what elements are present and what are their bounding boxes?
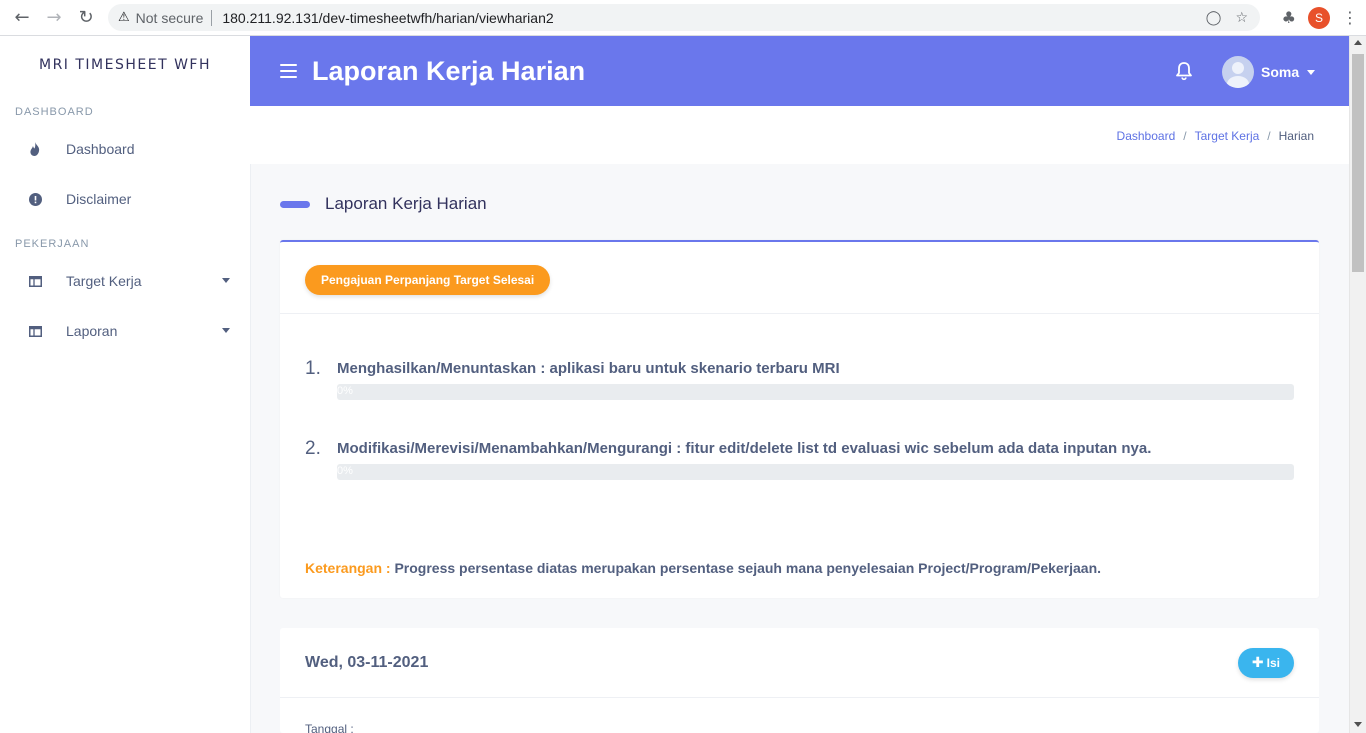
progress-label: 0% bbox=[337, 385, 353, 397]
section-marker bbox=[280, 200, 310, 208]
breadcrumb-target-kerja[interactable]: Target Kerja bbox=[1195, 129, 1260, 143]
breadcrumb-separator: / bbox=[1267, 129, 1271, 143]
more-menu-icon[interactable]: ⋮ bbox=[1342, 8, 1358, 27]
section-title-text: Laporan Kerja Harian bbox=[325, 194, 487, 213]
sidebar-item-dashboard[interactable]: Dashboard bbox=[0, 124, 250, 174]
task-progress-bar: 0% bbox=[337, 384, 1294, 400]
url-text: 180.211.92.131/dev-timesheetwfh/harian/v… bbox=[222, 9, 554, 26]
warning-icon: ⚠ bbox=[118, 10, 130, 25]
extend-target-button[interactable]: Pengajuan Perpanjang Target Selesai bbox=[305, 265, 551, 295]
divider bbox=[211, 9, 213, 26]
avatar bbox=[1222, 56, 1254, 88]
bell-icon[interactable] bbox=[1175, 61, 1193, 81]
chevron-down-icon bbox=[1307, 69, 1316, 75]
nav-heading-dashboard: DASHBOARD bbox=[15, 106, 94, 118]
browser-toolbar: ← → ↻ ⚠ Not secure 180.211.92.131/dev-ti… bbox=[0, 0, 1366, 36]
sidebar-item-label: Target Kerja bbox=[66, 273, 142, 289]
daily-report-card: Wed, 03-11-2021 ✚ Isi Tanggal : bbox=[280, 628, 1319, 733]
note-key: Keterangan : bbox=[305, 560, 391, 576]
plus-icon: ✚ bbox=[1251, 655, 1264, 671]
sidebar-item-label: Disclaimer bbox=[66, 191, 132, 207]
sidebar-item-laporan[interactable]: Laporan bbox=[0, 306, 250, 356]
breadcrumb: Dashboard / Target Kerja / Harian bbox=[1117, 129, 1314, 143]
task-description: Modifikasi/Merevisi/Menambahkan/Menguran… bbox=[337, 440, 1152, 457]
breadcrumb-bar: Dashboard / Target Kerja / Harian bbox=[250, 106, 1349, 164]
user-menu[interactable]: Soma bbox=[1222, 56, 1316, 88]
brand-logo[interactable]: MRI TIMESHEET WFH bbox=[0, 36, 250, 94]
table-icon bbox=[28, 274, 42, 288]
sidebar-item-label: Dashboard bbox=[66, 141, 135, 157]
date-field-label: Tanggal : bbox=[305, 722, 354, 733]
nav-heading-pekerjaan: PEKERJAAN bbox=[15, 238, 90, 250]
bookmark-star-icon[interactable]: ☆ bbox=[1235, 10, 1248, 26]
scroll-thumb[interactable] bbox=[1352, 54, 1364, 272]
forward-arrow-icon[interactable]: → bbox=[38, 1, 70, 33]
card-header: Wed, 03-11-2021 ✚ Isi bbox=[280, 628, 1319, 698]
task-progress-bar: 0% bbox=[337, 464, 1294, 480]
scroll-up-icon[interactable] bbox=[1354, 40, 1362, 45]
translate-icon[interactable]: ◯ bbox=[1206, 10, 1222, 26]
user-name: Soma bbox=[1261, 64, 1300, 80]
hamburger-menu-icon[interactable] bbox=[280, 64, 297, 78]
security-label: Not secure bbox=[135, 9, 204, 26]
note-text: Progress persentase diatas merupakan per… bbox=[394, 560, 1102, 576]
card-header: Pengajuan Perpanjang Target Selesai bbox=[280, 242, 1319, 314]
chevron-down-icon bbox=[222, 328, 230, 333]
flame-icon bbox=[28, 142, 42, 156]
page-header: Laporan Kerja Harian Soma bbox=[250, 36, 1349, 106]
chevron-down-icon bbox=[222, 278, 230, 283]
sidebar-item-label: Laporan bbox=[66, 323, 118, 339]
report-date: Wed, 03-11-2021 bbox=[305, 654, 429, 671]
back-arrow-icon[interactable]: ← bbox=[6, 1, 38, 33]
profile-avatar[interactable]: S bbox=[1308, 6, 1330, 29]
task-number: 2. bbox=[305, 438, 321, 459]
address-bar[interactable]: ⚠ Not secure 180.211.92.131/dev-timeshee… bbox=[108, 4, 1260, 31]
breadcrumb-dashboard[interactable]: Dashboard bbox=[1117, 129, 1176, 143]
sidebar: MRI TIMESHEET WFH DASHBOARD Dashboard Di… bbox=[0, 36, 250, 733]
reload-icon[interactable]: ↻ bbox=[70, 1, 102, 33]
page-title: Laporan Kerja Harian bbox=[312, 55, 586, 86]
page-scrollbar[interactable] bbox=[1349, 36, 1366, 733]
info-circle-icon bbox=[28, 192, 42, 206]
task-description: Menghasilkan/Menuntaskan : aplikasi baru… bbox=[337, 360, 840, 377]
sidebar-item-disclaimer[interactable]: Disclaimer bbox=[0, 174, 250, 224]
sidebar-item-target-kerja[interactable]: Target Kerja bbox=[0, 256, 250, 306]
breadcrumb-current: Harian bbox=[1278, 129, 1314, 143]
scroll-down-icon[interactable] bbox=[1354, 722, 1362, 727]
note: Keterangan : Progress persentase diatas … bbox=[305, 560, 1101, 576]
section-title: Laporan Kerja Harian bbox=[280, 194, 487, 214]
add-entry-label: Isi bbox=[1266, 656, 1280, 670]
target-card: Pengajuan Perpanjang Target Selesai 1. M… bbox=[280, 240, 1319, 598]
add-entry-button[interactable]: ✚ Isi bbox=[1237, 648, 1294, 678]
breadcrumb-separator: / bbox=[1183, 129, 1187, 143]
task-number: 1. bbox=[305, 358, 321, 379]
progress-label: 0% bbox=[337, 465, 353, 477]
table-icon bbox=[28, 324, 42, 338]
extensions-puzzle-icon[interactable]: ♣ bbox=[1282, 8, 1296, 27]
